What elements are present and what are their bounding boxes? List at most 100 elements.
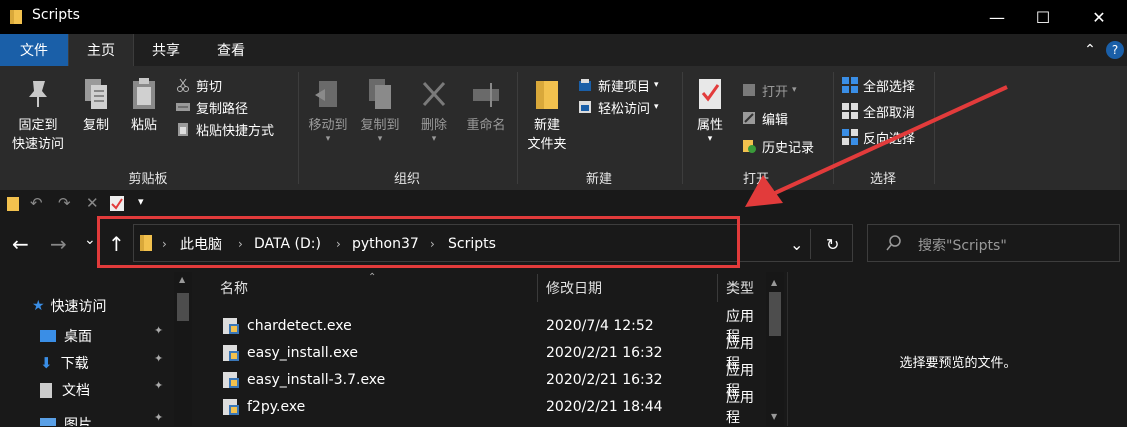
scroll-down-icon[interactable]: ▼ <box>771 412 777 421</box>
rename-label: 重命名 <box>466 118 506 133</box>
recent-locations-button[interactable]: ⌄ <box>84 232 96 248</box>
file-name: chardetect.exe <box>247 317 352 334</box>
search-box[interactable]: 搜索"Scripts" <box>867 224 1120 262</box>
file-list-scroll-thumb[interactable] <box>769 292 781 336</box>
table-row[interactable]: f2py.exe 2020/2/21 18:44 应用程 <box>196 389 766 426</box>
paste-shortcut-icon <box>175 121 191 137</box>
properties-dropdown-icon: ▾ <box>707 134 713 144</box>
folder-icon <box>9 9 23 24</box>
properties-icon <box>694 76 726 112</box>
desktop-icon <box>40 330 56 342</box>
address-divider <box>810 229 811 259</box>
sidebar-item-desktop[interactable]: 桌面 <box>40 323 92 349</box>
table-row[interactable]: easy_install-3.7.exe 2020/2/21 16:32 应用程 <box>196 363 766 399</box>
file-name: easy_install-3.7.exe <box>247 371 386 388</box>
properties-label: 属性 <box>696 118 723 133</box>
paste-shortcut-button[interactable]: 粘贴快捷方式 <box>175 118 274 140</box>
copy-button[interactable]: 复制 <box>76 76 116 135</box>
folder-icon[interactable] <box>7 197 19 215</box>
rename-button[interactable]: 重命名 <box>460 76 512 135</box>
copy-to-label: 复制到 <box>360 118 400 133</box>
tab-share[interactable]: 共享 <box>134 34 198 66</box>
copy-path-icon <box>175 99 191 115</box>
annotation-arrow <box>745 85 1008 207</box>
delete-icon[interactable]: ✕ <box>86 194 99 212</box>
python-file-icon <box>222 339 240 366</box>
sidebar-item-downloads[interactable]: ⬇ 下载 <box>40 350 89 376</box>
pin-icon: ✦ <box>154 379 164 392</box>
table-row[interactable]: chardetect.exe 2020/7/4 12:52 应用程 <box>196 309 766 345</box>
column-divider[interactable] <box>537 274 538 302</box>
move-to-dropdown-icon: ▾ <box>325 134 331 144</box>
new-item-button[interactable]: 新建项目 ▾ <box>577 74 659 96</box>
scroll-up-icon[interactable]: ▲ <box>771 278 777 287</box>
table-row[interactable]: easy_install.exe 2020/2/21 16:32 应用程 <box>196 336 766 372</box>
file-date: 2020/2/21 16:32 <box>546 344 663 361</box>
search-input[interactable]: 搜索"Scripts" <box>918 235 1007 255</box>
properties-button[interactable]: 属性 ▾ <box>688 76 732 144</box>
copy-to-button[interactable]: 复制到 ▾ <box>354 76 406 144</box>
new-item-icon <box>577 77 593 93</box>
sidebar-item-documents[interactable]: 文档 <box>40 377 90 403</box>
pin-quick-access-button[interactable]: 固定到 快速访问 <box>6 76 70 154</box>
pin-icon: ✦ <box>154 324 164 337</box>
download-icon: ⬇ <box>40 354 53 372</box>
back-button[interactable]: ← <box>12 232 29 256</box>
forward-button[interactable]: → <box>50 232 67 256</box>
properties-qat-icon[interactable] <box>110 196 124 215</box>
search-icon <box>886 235 902 255</box>
copy-path-label: 复制路径 <box>196 101 249 117</box>
column-header-type[interactable]: 类型 <box>726 272 754 304</box>
delete-dropdown-icon: ▾ <box>431 134 437 144</box>
scroll-up-icon[interactable]: ▲ <box>179 275 185 284</box>
copy-path-button[interactable]: 复制路径 <box>175 96 274 118</box>
delete-label: 删除 <box>420 118 447 133</box>
move-to-button[interactable]: 移动到 ▾ <box>302 76 354 144</box>
sidebar-item-label: 下载 <box>60 356 89 372</box>
close-button[interactable]: ✕ <box>1076 0 1122 34</box>
sidebar-scroll-thumb[interactable] <box>177 293 189 321</box>
paste-button[interactable]: 粘贴 <box>124 76 164 135</box>
cut-button[interactable]: 剪切 <box>175 74 274 96</box>
collapse-ribbon-icon[interactable]: ⌃ <box>1080 34 1100 66</box>
minimize-button[interactable]: — <box>974 0 1020 34</box>
easy-access-button[interactable]: 轻松访问 ▾ <box>577 96 659 118</box>
new-group-label: 新建 <box>585 172 612 187</box>
cut-label: 剪切 <box>196 79 223 95</box>
paste-icon <box>128 76 160 112</box>
sidebar-item-pictures[interactable]: 图片 <box>40 412 92 426</box>
maximize-button[interactable]: ☐ <box>1020 0 1066 34</box>
pin-icon <box>22 76 54 112</box>
address-dropdown-icon[interactable]: ⌄ <box>790 225 803 263</box>
copy-to-icon <box>364 76 396 112</box>
tab-view[interactable]: 查看 <box>198 34 264 66</box>
organize-group-label: 组织 <box>393 172 420 187</box>
new-folder-button[interactable]: 新建 文件夹 <box>520 76 574 154</box>
refresh-icon[interactable]: ↻ <box>826 225 839 263</box>
undo-icon[interactable]: ↶ <box>30 194 43 212</box>
file-list-scrollbar[interactable]: ▲ ▼ <box>766 272 784 426</box>
file-list: ⌃ 名称 修改日期 类型 chardetect.exe 2020/7/4 12:… <box>196 272 784 426</box>
qat-dropdown-icon[interactable]: ▾ <box>138 195 144 208</box>
preview-pane: 选择要预览的文件。 <box>787 272 1127 426</box>
column-header-name[interactable]: 名称 <box>220 272 248 304</box>
title-bar: Scripts — ☐ ✕ <box>0 0 1127 34</box>
easy-access-label: 轻松访问 <box>598 101 651 117</box>
tab-home[interactable]: 主页 <box>68 34 134 66</box>
pin-label-1: 固定到 <box>18 118 58 133</box>
file-type: 应用程 <box>726 389 754 426</box>
redo-icon[interactable]: ↷ <box>58 194 71 212</box>
sidebar-item-label: 桌面 <box>64 329 92 345</box>
help-icon[interactable]: ? <box>1106 41 1124 59</box>
easy-access-icon <box>577 99 593 115</box>
clipboard-small-items: 剪切 复制路径 粘贴快捷方式 <box>175 74 274 140</box>
sidebar-item-quick-access[interactable]: ★ 快速访问 <box>32 293 107 319</box>
preview-message: 选择要预览的文件。 <box>899 356 1017 371</box>
column-header-date[interactable]: 修改日期 <box>546 272 602 304</box>
new-small-items: 新建项目 ▾ 轻松访问 ▾ <box>577 74 659 118</box>
tab-file[interactable]: 文件 <box>0 34 68 66</box>
scissors-icon <box>175 77 191 93</box>
delete-button[interactable]: 删除 ▾ <box>414 76 454 144</box>
sidebar-scrollbar[interactable]: ▲ <box>174 272 192 426</box>
column-divider[interactable] <box>717 274 718 302</box>
